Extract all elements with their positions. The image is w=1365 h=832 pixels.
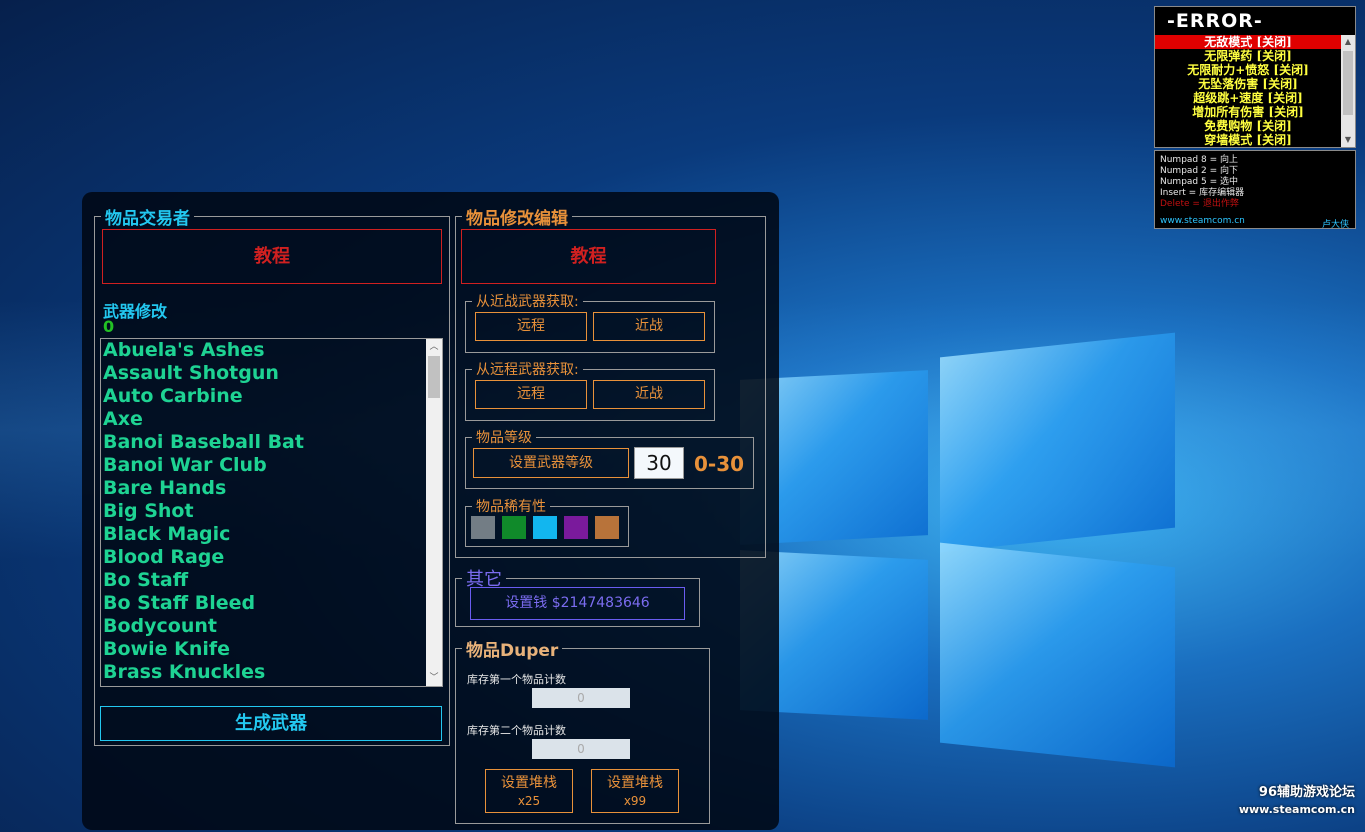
weapon-level-input[interactable]: 30 [634,447,684,479]
ranged-to-melee-button[interactable]: 近战 [593,380,705,409]
help-line: Numpad 5 = 选中 [1160,177,1238,187]
overlay-option[interactable]: 穿墙模式 [关闭] [1155,133,1341,147]
stack-button-sub: x25 [517,794,541,808]
overlay-link: www.steamcom.cn [1160,216,1245,226]
rarity-swatch-uncommon[interactable] [502,516,526,539]
overlay-author: 卢大侠 [1321,220,1349,230]
rarity-swatch-common[interactable] [471,516,495,539]
stack-button-sub: x99 [623,794,647,808]
help-line-exit: Delete = 退出作弊 [1160,199,1239,209]
overlay-scrollbar[interactable]: ▲ ▼ [1341,35,1355,147]
generate-weapon-button[interactable]: 生成武器 [100,706,442,741]
overlay-option[interactable]: 增加所有伤害 [关闭] [1155,105,1341,119]
set-weapon-level-button[interactable]: 设置武器等级 [473,448,629,478]
weapon-list-scrollbar[interactable]: ︿ ﹀ [426,339,442,686]
weapon-list-item[interactable]: Black Magic [101,523,442,546]
ranged-to-ranged-button[interactable]: 远程 [475,380,587,409]
scroll-thumb[interactable] [428,356,440,398]
second-item-count-field[interactable]: 0 [532,739,630,759]
weapon-list[interactable]: Abuela's Ashes Assault Shotgun Auto Carbin… [100,338,443,687]
overlay-option[interactable]: 无限弹药 [关闭] [1155,49,1341,63]
overlay-option[interactable]: 免费购物 [关闭] [1155,119,1341,133]
item-level-legend: 物品等级 [476,430,532,446]
item-rarity-legend: 物品稀有性 [476,499,546,515]
weapon-list-item[interactable]: Blood Rage [101,546,442,569]
tutorial-button-trader[interactable]: 教程 [102,229,442,284]
overlay-option[interactable]: 无敌模式 [关闭] [1155,35,1341,49]
trainer-window: 物品交易者 教程 武器修改 0 Abuela's Ashes Assault Sh… [82,192,779,830]
overlay-option[interactable]: 超级跳+速度 [关闭] [1155,91,1341,105]
overlay-option[interactable]: 无坠落伤害 [关闭] [1155,77,1341,91]
selected-count: 0 [103,317,115,336]
scroll-down-icon[interactable]: ﹀ [426,670,442,686]
windows-logo [735,330,1175,770]
from-melee-legend: 从近战武器获取: [476,294,579,310]
set-stack-x25-button[interactable]: 设置堆栈 x25 [485,769,573,813]
weapon-list-item[interactable]: Banoi Baseball Bat [101,431,442,454]
second-item-count-label: 库存第二个物品计数 [467,724,566,737]
weapon-list-item[interactable]: Big Shot [101,500,442,523]
weapon-list-item[interactable]: Axe [101,408,442,431]
weapon-list-item[interactable]: Bare Hands [101,477,442,500]
set-stack-x99-button[interactable]: 设置堆栈 x99 [591,769,679,813]
weapon-list-item[interactable]: Bo Staff [101,569,442,592]
cheat-overlay-menu: -ERROR- 无敌模式 [关闭] 无限弹药 [关闭] 无限耐力+愤怒 [关闭] 无坠… [1154,6,1356,148]
help-line: Insert = 库存编辑器 [1160,188,1245,198]
weapon-level-range: 0-30 [694,452,745,476]
weapon-list-item[interactable]: Bowie Knife [101,638,442,661]
scroll-up-icon[interactable]: ︿ [426,339,442,355]
tutorial-button-editor[interactable]: 教程 [461,229,716,284]
scroll-thumb[interactable] [1343,51,1353,115]
rarity-swatch-epic[interactable] [564,516,588,539]
watermark-line2: www.steamcom.cn [1238,803,1355,816]
item-duper-legend: 物品Duper [466,641,559,661]
from-ranged-legend: 从远程武器获取: [476,362,579,378]
weapon-list-item[interactable]: Banoi War Club [101,454,442,477]
weapon-list-item[interactable]: Bo Staff Bleed [101,592,442,615]
hotkey-help-panel: Numpad 8 = 向上 Numpad 2 = 向下 Numpad 5 = 选… [1154,150,1356,230]
rarity-swatch-rare[interactable] [533,516,557,539]
scroll-up-icon[interactable]: ▲ [1341,35,1355,49]
item-editor-legend: 物品修改编辑 [466,209,568,229]
first-item-count-label: 库存第一个物品计数 [467,673,566,686]
set-money-button[interactable]: 设置钱 $2147483646 [470,587,685,620]
overlay-option-list[interactable]: 无敌模式 [关闭] 无限弹药 [关闭] 无限耐力+愤怒 [关闭] 无坠落伤害 [关闭]… [1155,35,1341,147]
rarity-swatch-legendary[interactable] [595,516,619,539]
watermark-line1: 96辅助游戏论坛 [1258,785,1355,800]
melee-to-melee-button[interactable]: 近战 [593,312,705,341]
help-line: Numpad 8 = 向上 [1160,155,1238,165]
stack-button-label: 设置堆栈 [607,775,663,791]
overlay-option[interactable]: 无限耐力+愤怒 [关闭] [1155,63,1341,77]
weapon-list-item[interactable]: Assault Shotgun [101,362,442,385]
stack-button-label: 设置堆栈 [501,775,557,791]
weapon-list-item[interactable]: Bodycount [101,615,442,638]
weapon-list-item[interactable]: Auto Carbine [101,385,442,408]
scroll-down-icon[interactable]: ▼ [1341,133,1355,147]
forum-watermark: 96辅助游戏论坛 www.steamcom.cn [1239,784,1355,818]
help-line: Numpad 2 = 向下 [1160,166,1238,176]
first-item-count-field[interactable]: 0 [532,688,630,708]
item-trader-legend: 物品交易者 [105,209,190,229]
weapon-list-item[interactable]: Brass Knuckles [101,661,442,684]
melee-to-ranged-button[interactable]: 远程 [475,312,587,341]
weapon-list-item[interactable]: Abuela's Ashes [101,339,442,362]
overlay-title: -ERROR- [1167,10,1263,32]
